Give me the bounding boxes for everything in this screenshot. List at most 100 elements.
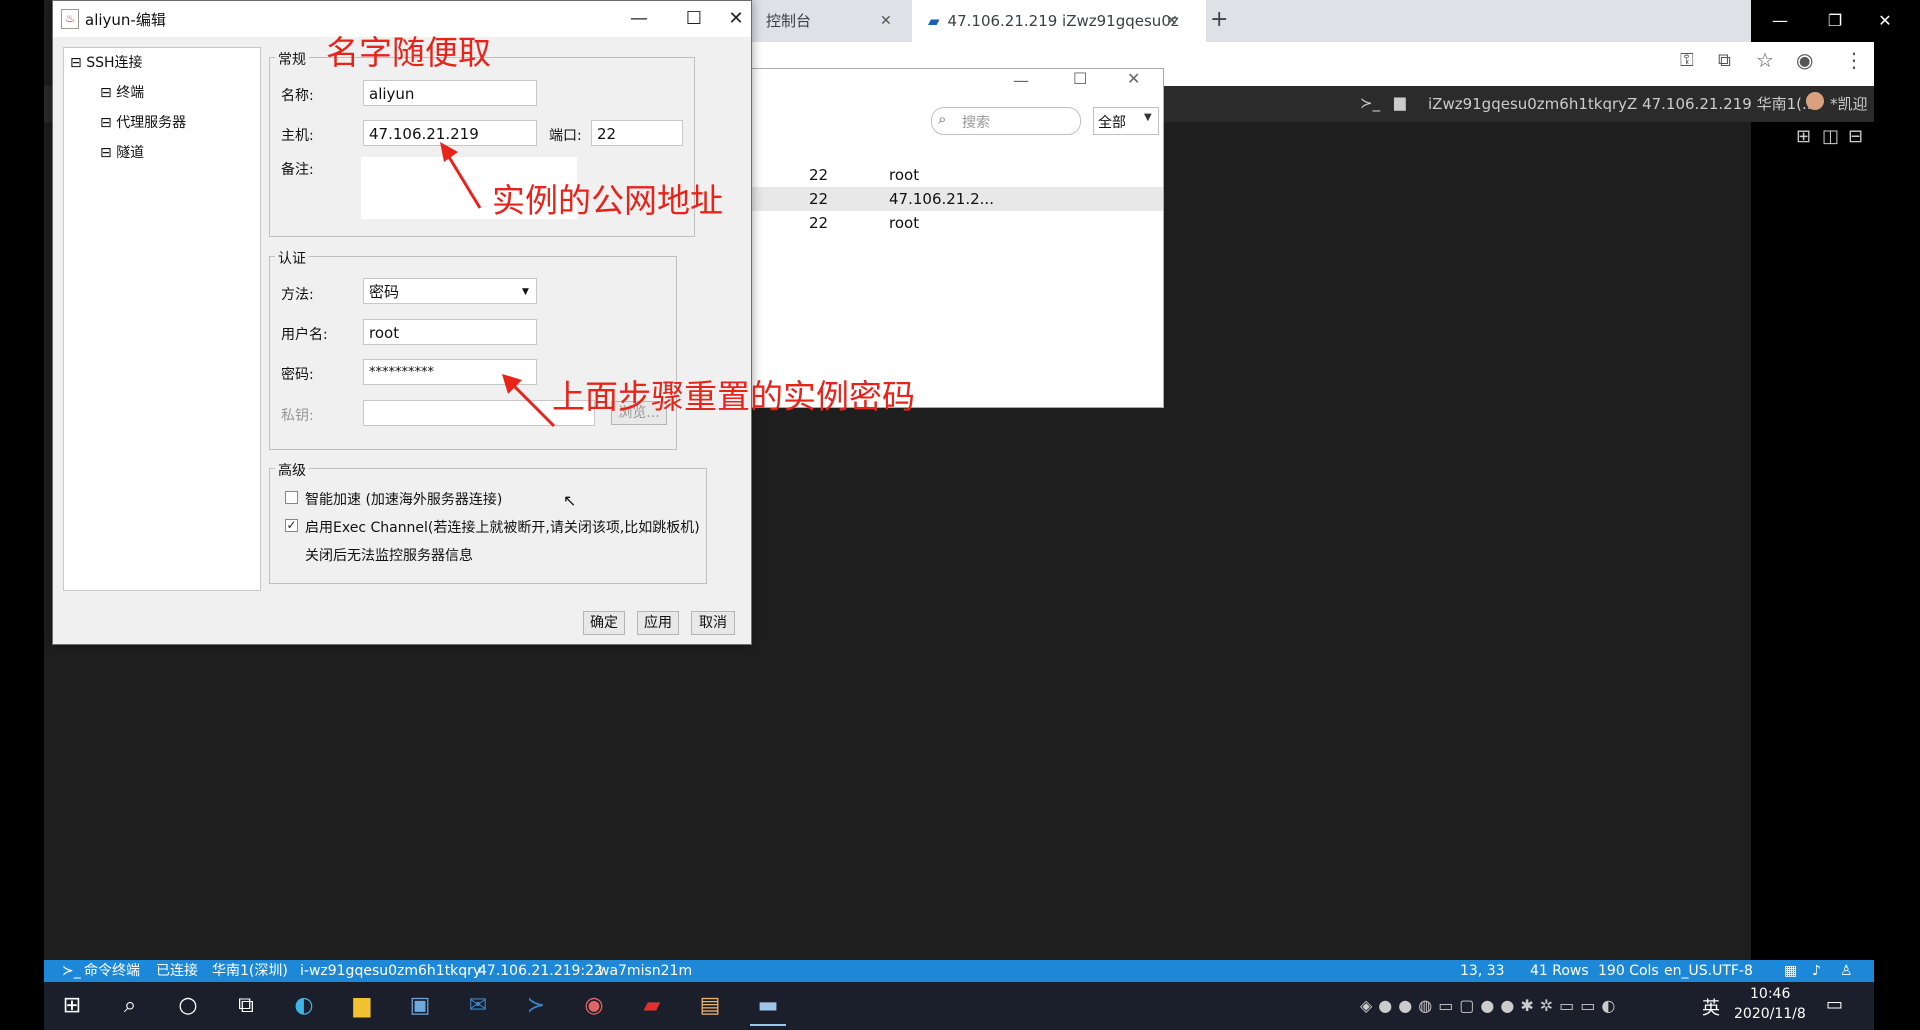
user-cell: 47.106.21.2... [889, 190, 994, 208]
tab-label: 控制台 [766, 12, 812, 30]
new-tab-button[interactable]: + [1210, 0, 1240, 42]
system-tray-icons[interactable]: ◈●●◍▭▢●●✱✲▭▭◐ [1360, 996, 1621, 1015]
profile-icon[interactable]: ◉ [1796, 48, 1813, 72]
desktop-edge [1751, 0, 1920, 1030]
grid-icon[interactable]: ▦ [1784, 960, 1797, 982]
status-cols: 190 Cols [1598, 963, 1659, 979]
windows-start-icon[interactable]: ⊞ [54, 988, 90, 1024]
cortana-icon[interactable]: ○ [170, 988, 206, 1024]
session-manager-window: — ☐ ✕ ⌕ 搜索 全部 ▼ 22 root 22 47.106.21.2..… [700, 68, 1164, 408]
avatar[interactable] [1806, 92, 1824, 110]
close-window-button[interactable]: ✕ [1860, 0, 1910, 42]
file-explorer-icon[interactable]: ▆ [344, 988, 380, 1024]
note-label: 备注: [281, 162, 314, 178]
status-encoding: en_US.UTF-8 [1664, 963, 1753, 979]
exec-channel-label: 启用Exec Channel(若连接上就被断开,请关闭该项,比如跳板机) [305, 520, 700, 536]
apply-button[interactable]: 应用 [637, 611, 679, 635]
tree-item-proxy[interactable]: ⊟ 代理服务器 [100, 112, 186, 134]
status-connected: 已连接 [156, 963, 198, 979]
user-cell: root [889, 166, 920, 184]
chevron-down-icon: ▼ [1144, 112, 1152, 123]
bookmark-star-icon[interactable]: ☆ [1756, 48, 1774, 72]
smart-accel-checkbox[interactable] [285, 491, 298, 504]
node-icon: ⊟ [100, 115, 117, 131]
powershell-icon[interactable]: ≻ [518, 988, 554, 1024]
search-input[interactable]: ⌕ 搜索 [931, 107, 1081, 135]
notification-icon[interactable]: ▭ [1826, 994, 1843, 1015]
table-row[interactable]: 22 root [701, 163, 1163, 187]
method-select[interactable]: 密码 ▼ [363, 278, 537, 304]
chrome-icon[interactable]: ◉ [576, 988, 612, 1024]
terminal-favicon-icon: ▰ [928, 12, 940, 30]
exec-channel-checkbox[interactable]: ✓ [285, 519, 298, 532]
tree-item-label: 代理服务器 [116, 115, 187, 131]
bell-icon[interactable]: ♪ [1812, 960, 1821, 982]
folder-icon[interactable]: ▆ [1394, 93, 1406, 111]
close-button[interactable]: ✕ [1127, 69, 1140, 88]
tree-item-tunnel[interactable]: ⊟ 隧道 [100, 142, 144, 164]
host-label: 主机: [281, 128, 314, 144]
store-icon[interactable]: ▣ [402, 988, 438, 1024]
tree-root[interactable]: ⊟ SSH连接 [70, 52, 143, 74]
minimize-button[interactable]: — [1750, 0, 1810, 42]
status-rows: 41 Rows [1530, 963, 1589, 979]
minimize-button[interactable]: — [1013, 71, 1029, 90]
ok-button[interactable]: 确定 [583, 611, 625, 635]
terminal-app-taskbar-icon[interactable]: ▬ [750, 988, 786, 1026]
youdao-icon[interactable]: ▰ [634, 988, 670, 1024]
dialog-title: aliyun-编辑 [85, 11, 166, 29]
method-label: 方法: [281, 287, 314, 303]
table-row[interactable]: 22 47.106.21.2... [701, 187, 1163, 211]
private-key-label: 私钥: [281, 408, 314, 424]
maximize-button[interactable]: ☐ [1073, 69, 1087, 88]
mouse-cursor-icon: ↖ [563, 491, 577, 510]
status-terminal[interactable]: 命令终端 [84, 960, 140, 982]
status-bar: ≻_ 命令终端 已连接 华南1(深圳) i-wz91gqesu0zm6h1tkq… [44, 960, 1874, 982]
port-field[interactable]: 22 [591, 120, 683, 146]
key-icon[interactable]: ⚿ [1680, 50, 1694, 71]
settings-tree: ⊟ SSH连接 ⊟ 终端 ⊟ 代理服务器 ⊟ 隧道 [63, 47, 261, 591]
maximize-button[interactable]: ☐ [666, 1, 722, 37]
node-icon: ⊟ [100, 145, 117, 161]
filter-select[interactable]: 全部 ▼ [1093, 107, 1159, 135]
split-vertical-icon[interactable]: ◫ [1822, 126, 1839, 147]
minimize-button[interactable]: — [611, 1, 667, 37]
smart-accel-label: 智能加速 (加速海外服务器连接) [305, 492, 503, 508]
restore-button[interactable]: ❐ [1805, 0, 1865, 42]
name-label: 名称: [281, 88, 314, 104]
mail-icon[interactable]: ✉ [460, 988, 496, 1024]
close-tab-icon[interactable]: ✕ [880, 0, 910, 42]
advanced-legend: 高级 [275, 460, 309, 480]
cancel-button[interactable]: 取消 [691, 611, 735, 635]
tab-label: 47.106.21.219 iZwz91gqesu0z [947, 12, 1179, 30]
port-label: 端口: [549, 128, 582, 144]
browser-tab-terminal[interactable]: ▰ 47.106.21.219 iZwz91gqesu0z [912, 0, 1206, 42]
collapse-icon: ⊟ [70, 55, 87, 71]
edge-browser-icon[interactable]: ◐ [286, 988, 322, 1024]
auth-legend: 认证 [275, 248, 309, 268]
header-path: iZwz91gqesu0zm6h1tkqryZ 47.106.21.219 华南… [1428, 95, 1817, 113]
exec-channel-note: 关闭后无法监控服务器信息 [305, 548, 473, 564]
annotation-arrow-icon [440, 142, 482, 209]
translate-icon[interactable]: ⧉ [1718, 50, 1731, 71]
ime-indicator[interactable]: 英 [1702, 994, 1720, 1020]
close-tab-icon[interactable]: ✕ [1166, 0, 1190, 42]
close-button[interactable]: ✕ [721, 1, 751, 37]
search-icon[interactable]: ⌕ [112, 988, 148, 1024]
menu-icon[interactable]: ⋮ [1844, 48, 1864, 72]
table-row[interactable]: 22 root [701, 211, 1163, 235]
presentation-app-icon[interactable]: ▤ [692, 988, 728, 1024]
status-region: 华南1(深圳) [212, 963, 288, 979]
edit-connection-dialog: ♨ aliyun-编辑 — ☐ ✕ ⊟ SSH连接 ⊟ 终端 ⊟ 代理服务器 ⊟… [52, 0, 752, 645]
split-horizontal-icon[interactable]: ⊟ [1848, 126, 1863, 147]
clock-date[interactable]: 2020/11/8 [1734, 1006, 1806, 1022]
add-pane-icon[interactable]: ⊞ [1796, 126, 1811, 147]
shirt-icon[interactable]: ♙ [1840, 960, 1853, 982]
task-view-icon[interactable]: ⧉ [228, 988, 264, 1024]
java-app-icon: ♨ [61, 9, 79, 29]
name-field[interactable]: aliyun [363, 80, 537, 106]
annotation-password-hint: 上面步骤重置的实例密码 [552, 377, 915, 416]
username-field[interactable]: root [363, 319, 537, 345]
clock-time[interactable]: 10:46 [1750, 986, 1790, 1002]
tree-item-terminal[interactable]: ⊟ 终端 [100, 82, 144, 104]
